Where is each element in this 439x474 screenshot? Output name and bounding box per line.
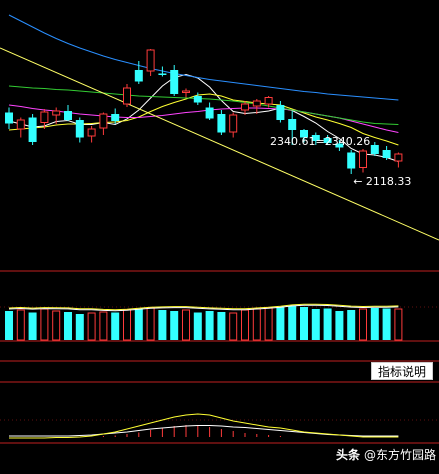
candle-body-down: [134, 70, 143, 82]
kline-chart[interactable]: 2340.61=2340.26 ← 2118.33 指标说明 头条 @东方竹园路: [0, 0, 439, 470]
candle-body-down: [75, 120, 84, 138]
candle-body-up: [87, 128, 96, 137]
candle-body-down: [193, 96, 202, 103]
ma-line-ma60: [8, 14, 399, 101]
candle-body-up: [252, 100, 261, 107]
volume-bar-up: [394, 308, 403, 341]
candle-body-up: [16, 119, 25, 130]
volume-bar-down: [205, 311, 214, 340]
volume-bar-up: [146, 307, 155, 341]
candle-body-down: [217, 114, 226, 133]
candle-body-up: [394, 153, 403, 162]
volume-bar-down: [28, 312, 37, 340]
candle-body-up: [123, 87, 131, 105]
volume-bar-down: [347, 310, 356, 340]
candle-body-up: [241, 103, 249, 111]
indicator-help-button[interactable]: 指标说明: [371, 362, 433, 380]
volume-bar-down: [217, 312, 226, 340]
candle-body-down: [28, 117, 37, 142]
volume-bar-up: [123, 309, 131, 341]
volume-bar-down: [134, 309, 143, 340]
volume-bar-down: [170, 311, 179, 340]
volume-bar-up: [264, 307, 273, 341]
chart-canvas[interactable]: [0, 0, 439, 470]
candle-body-down: [5, 112, 13, 124]
volume-bar-down: [5, 311, 13, 340]
candle-body-down: [288, 119, 297, 130]
volume-bar-up: [241, 309, 249, 341]
volume-bar-up: [87, 312, 96, 341]
candle-body-down: [276, 105, 285, 120]
candle-body-up: [40, 111, 49, 123]
volume-bar-down: [75, 314, 84, 340]
watermark-at: @: [364, 448, 377, 462]
candle-body-down: [370, 145, 379, 154]
low-price-label: ← 2118.33: [353, 175, 412, 188]
volume-bar-up: [40, 308, 49, 341]
volume-bar-up: [229, 312, 238, 341]
volume-bar-down: [311, 309, 320, 340]
volume-bar-down: [288, 306, 297, 340]
volume-bar-up: [252, 308, 261, 341]
volume-bar-down: [382, 308, 391, 340]
indicator-line-2: [9, 425, 399, 437]
volume-bar-down: [64, 312, 72, 340]
candle-body-down: [64, 111, 72, 120]
candle-body-down: [111, 114, 120, 121]
volume-bar-down: [111, 312, 120, 340]
volume-bar-up: [182, 309, 190, 341]
candle-body-up: [264, 97, 273, 105]
volume-bar-up: [52, 310, 61, 341]
ma-readout-label: 2340.61=2340.26: [270, 135, 371, 148]
watermark: 头条 @东方竹园路: [336, 444, 436, 466]
watermark-author: 东方竹园路: [376, 448, 437, 462]
candle-body-down: [170, 70, 179, 94]
volume-bar-down: [158, 310, 167, 340]
candle-body-up: [359, 150, 367, 168]
volume-bar-down: [370, 308, 379, 340]
candle-body-up: [146, 49, 155, 72]
candle-body-up: [182, 90, 190, 93]
volume-bar-down: [193, 312, 202, 340]
watermark-platform: 头条: [336, 448, 361, 462]
candle-body-down: [347, 152, 356, 169]
volume-bar-up: [16, 309, 25, 341]
volume-bar-down: [323, 308, 332, 340]
candle-body-up: [229, 114, 238, 133]
candle-body-up: [52, 110, 61, 116]
trendline: [0, 47, 439, 241]
volume-bar-down: [335, 311, 344, 340]
volume-bar-down: [300, 307, 308, 340]
volume-bar-up: [359, 308, 367, 341]
candle-body-down: [158, 73, 167, 75]
candle-body-up: [99, 113, 108, 129]
candle-body-down: [205, 107, 214, 119]
volume-bar-up: [99, 311, 108, 341]
candle-body-down: [382, 150, 391, 158]
volume-bar-down: [276, 307, 285, 340]
